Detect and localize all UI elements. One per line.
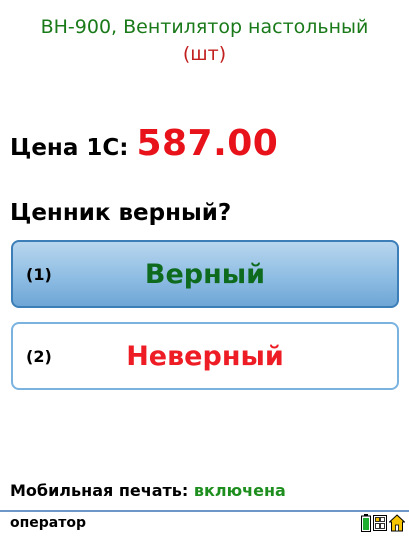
incorrect-button-key: (2) (26, 346, 52, 366)
operator-label: оператор (10, 515, 87, 531)
product-name: ВН-900, Вентилятор настольный (40, 16, 369, 38)
mobile-print-status: Мобильная печать: включена (10, 481, 286, 500)
price-row: Цена 1С: 587.00 (10, 123, 278, 164)
mobile-print-state: включена (193, 481, 286, 500)
product-title: ВН-900, Вентилятор настольный (шт) (0, 14, 409, 68)
incorrect-button[interactable]: (2) Неверный (11, 322, 399, 390)
price-tag-question: Ценник верный? (10, 200, 232, 226)
correct-button-key: (1) (26, 264, 52, 284)
price-label: Цена 1С: (10, 135, 129, 161)
price-value: 587.00 (136, 123, 279, 164)
product-unit: (шт) (182, 43, 227, 65)
incorrect-button-label: Неверный (126, 340, 284, 372)
mobile-print-label: Мобильная печать: (10, 481, 189, 500)
correct-button[interactable]: (1) Верный (11, 240, 399, 308)
correct-button-label: Верный (144, 258, 266, 290)
status-bar: оператор (0, 510, 409, 533)
